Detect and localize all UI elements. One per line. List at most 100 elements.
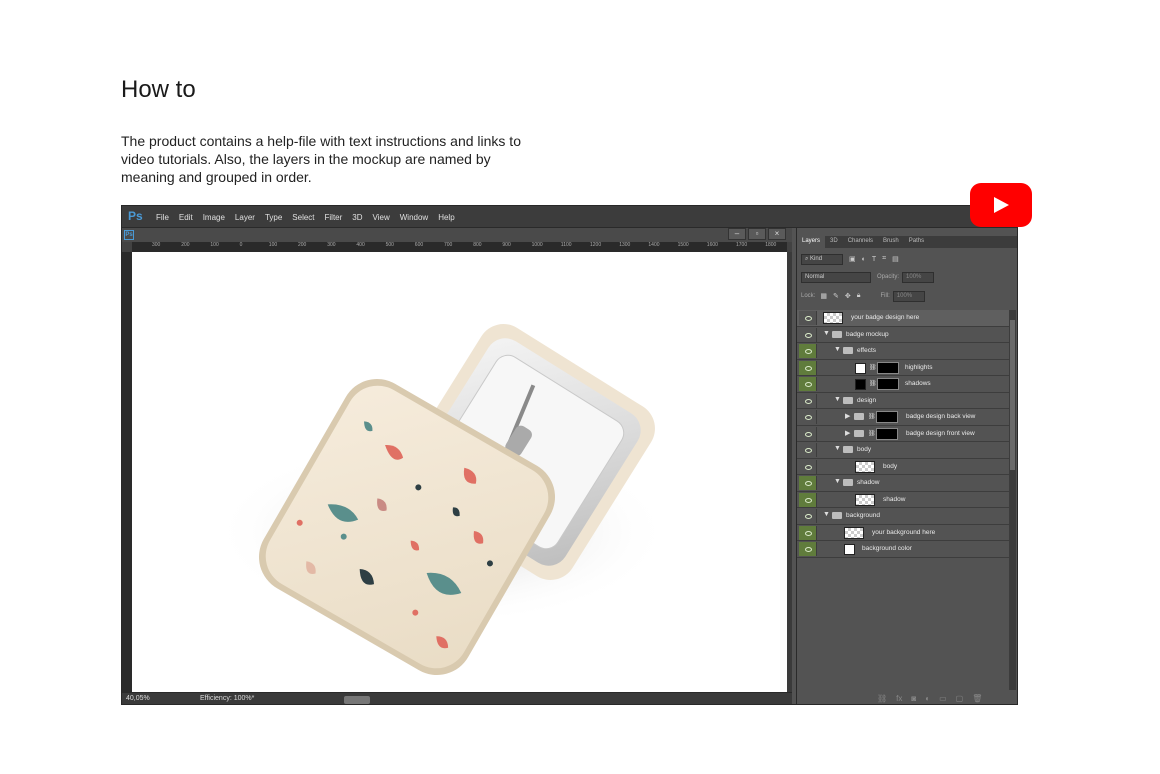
shape-filter-icon[interactable]: ⌗ — [882, 255, 886, 263]
visibility-eye-icon[interactable] — [799, 476, 817, 490]
tab-paths[interactable]: Paths — [904, 236, 929, 248]
filter-row: ⌕ Kind ▣ ◐ T ⌗ ▤ — [801, 252, 899, 266]
layer-row[interactable]: ▼ design — [797, 392, 1009, 409]
pixel-filter-icon[interactable]: ▣ — [849, 255, 856, 263]
fx-icon[interactable]: fx — [896, 694, 902, 703]
lock-move-icon[interactable]: ✥ — [845, 292, 851, 300]
visibility-eye-icon[interactable] — [799, 509, 817, 523]
visibility-eye-icon[interactable] — [799, 327, 817, 342]
layer-row[interactable]: ▼ badge mockup — [797, 326, 1009, 343]
layers-scrollbar[interactable] — [1009, 310, 1016, 690]
tab-layers[interactable]: Layers — [797, 236, 826, 248]
opacity-input[interactable]: 100% — [902, 271, 935, 283]
add-mask-icon[interactable]: ◙ — [911, 694, 916, 703]
visibility-eye-icon[interactable] — [799, 492, 817, 507]
lock-brush-icon[interactable]: ✎ — [833, 292, 839, 300]
menu-item-filter[interactable]: Filter — [325, 213, 343, 222]
collapse-triangle-icon[interactable]: ▼ — [823, 511, 830, 518]
filter-kind-select[interactable]: ⌕ Kind — [801, 253, 843, 265]
menu-item-type[interactable]: Type — [265, 213, 282, 222]
collapse-triangle-icon[interactable]: ▼ — [834, 346, 841, 353]
type-filter-icon[interactable]: T — [872, 256, 876, 263]
lock-all-icon[interactable]: 🔒︎ — [857, 292, 861, 300]
menu-item-view[interactable]: View — [373, 213, 390, 222]
collapse-triangle-icon[interactable]: ▼ — [834, 396, 841, 403]
menu-item-edit[interactable]: Edit — [179, 213, 193, 222]
visibility-eye-icon[interactable] — [799, 459, 817, 474]
layer-row[interactable]: ▶ ⛓ badge design back view — [797, 409, 1009, 426]
link-layers-icon[interactable]: ⛓ — [877, 694, 887, 703]
layer-thumbnail[interactable] — [855, 493, 875, 506]
tab-brush[interactable]: Brush — [878, 236, 904, 248]
smart-object-thumbnail[interactable] — [823, 312, 843, 324]
menu-item-image[interactable]: Image — [203, 213, 225, 222]
layer-mask-thumbnail[interactable] — [876, 411, 898, 423]
layer-row[interactable]: shadow — [797, 491, 1009, 508]
layer-name: design — [857, 396, 877, 404]
zoom-level[interactable]: 40,05% — [126, 695, 150, 702]
visibility-eye-icon[interactable] — [799, 393, 817, 408]
collapse-triangle-icon[interactable]: ▼ — [834, 478, 841, 485]
collapse-triangle-icon[interactable]: ▼ — [834, 445, 841, 452]
visibility-eye-icon[interactable] — [799, 525, 817, 540]
tab-3d[interactable]: 3D — [825, 236, 843, 248]
close-button[interactable]: × — [768, 228, 786, 240]
layer-thumbnail[interactable] — [855, 460, 875, 473]
layer-mask-thumbnail[interactable] — [877, 361, 899, 374]
visibility-eye-icon[interactable] — [799, 377, 817, 391]
adjustment-layer-icon[interactable]: ◐ — [925, 694, 930, 703]
visibility-eye-icon[interactable] — [799, 344, 817, 358]
layer-row[interactable]: ⛓ highlights — [797, 359, 1009, 376]
trash-icon[interactable]: 🗑︎ — [972, 694, 982, 703]
menu-item-window[interactable]: Window — [400, 213, 428, 222]
menu-item-layer[interactable]: Layer — [235, 213, 255, 222]
layer-row[interactable]: ▼ body — [797, 442, 1009, 459]
layer-row[interactable]: ▶ ⛓ badge design front view — [797, 425, 1009, 442]
new-layer-icon[interactable]: ▢ — [956, 694, 964, 703]
new-group-icon[interactable]: ▭ — [939, 694, 947, 703]
restore-button[interactable]: ▫ — [748, 228, 766, 240]
canvas-vertical-scrollbar[interactable] — [787, 252, 792, 692]
visibility-eye-icon[interactable] — [799, 443, 817, 457]
adjustment-filter-icon[interactable]: ◐ — [862, 256, 866, 263]
fill-input[interactable]: 100% — [892, 290, 925, 302]
layer-row[interactable]: your badge design here — [797, 310, 1009, 327]
layer-row[interactable]: ▼ effects — [797, 343, 1009, 360]
blend-mode-select[interactable]: Normal — [801, 271, 871, 283]
youtube-play-button[interactable] — [970, 183, 1032, 227]
fill-layer-thumbnail[interactable] — [844, 544, 855, 555]
expand-triangle-icon[interactable]: ▶ — [845, 412, 850, 420]
fill-layer-thumbnail[interactable] — [855, 362, 866, 374]
visibility-eye-icon[interactable] — [799, 426, 817, 441]
layer-row[interactable]: ⛓ shadows — [797, 376, 1009, 393]
visibility-eye-icon[interactable] — [799, 542, 817, 556]
minimize-button[interactable]: – — [728, 228, 746, 240]
ruler-tick: 1800 — [765, 242, 777, 248]
layer-row[interactable]: ▼ shadow — [797, 475, 1009, 492]
fill-layer-thumbnail[interactable] — [855, 379, 866, 390]
ruler-tick: 200 — [181, 242, 190, 248]
visibility-eye-icon[interactable] — [799, 311, 817, 325]
layer-mask-thumbnail[interactable] — [876, 427, 898, 440]
smart-object-filter-icon[interactable]: ▤ — [892, 255, 899, 263]
menu-item-file[interactable]: File — [156, 213, 169, 222]
visibility-eye-icon[interactable] — [799, 360, 817, 375]
layer-row[interactable]: ▼ background — [797, 508, 1009, 525]
layer-row[interactable]: background color — [797, 541, 1009, 558]
horizontal-scrollbar-thumb[interactable] — [344, 696, 370, 704]
visibility-eye-icon[interactable] — [799, 410, 817, 424]
layer-mask-thumbnail[interactable] — [877, 378, 899, 390]
lock-transparent-icon[interactable]: ▦ — [820, 292, 827, 300]
layer-name: shadow — [883, 495, 906, 503]
menu-item-select[interactable]: Select — [292, 213, 314, 222]
layer-row[interactable]: body — [797, 458, 1009, 475]
canvas[interactable] — [132, 252, 787, 692]
menu-item-3d[interactable]: 3D — [352, 213, 362, 222]
tab-channels[interactable]: Channels — [843, 236, 878, 248]
collapse-triangle-icon[interactable]: ▼ — [823, 330, 830, 337]
layers-scrollbar-thumb[interactable] — [1010, 320, 1015, 470]
expand-triangle-icon[interactable]: ▶ — [845, 429, 850, 437]
menu-item-help[interactable]: Help — [438, 213, 454, 222]
layer-row[interactable]: your background here — [797, 524, 1009, 541]
layer-thumbnail[interactable] — [844, 526, 864, 539]
